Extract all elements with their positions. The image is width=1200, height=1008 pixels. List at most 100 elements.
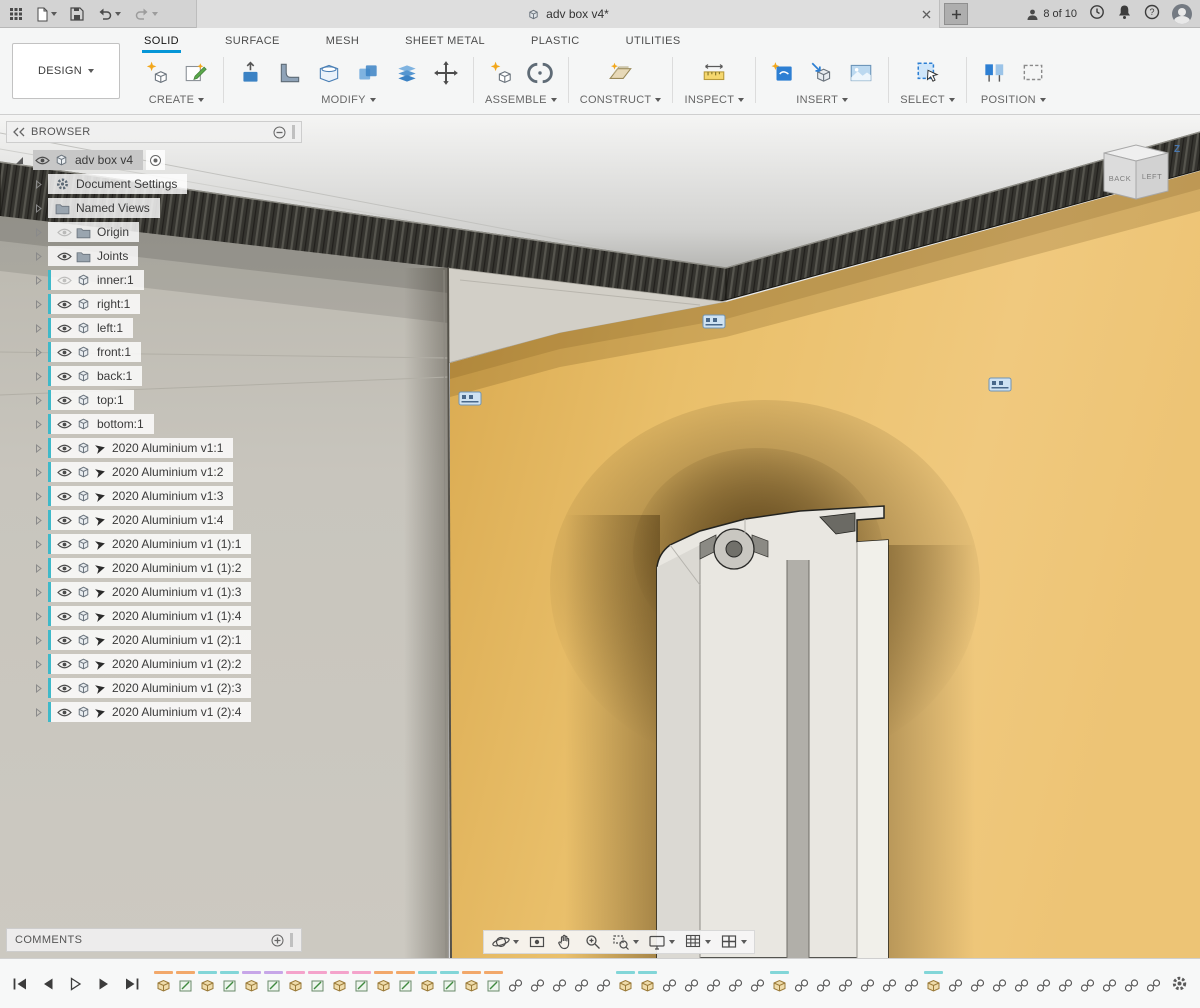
aluminium-extrusion[interactable] xyxy=(657,506,888,958)
play-button[interactable] xyxy=(64,972,87,995)
timeline-feature[interactable] xyxy=(703,970,724,998)
viewports-button[interactable] xyxy=(716,931,750,953)
visibility-eye-icon[interactable] xyxy=(57,419,72,430)
timeline-feature[interactable] xyxy=(351,970,372,998)
expand-arrow-icon[interactable] xyxy=(34,708,48,717)
split-body-button[interactable] xyxy=(391,57,423,89)
timeline-feature[interactable] xyxy=(813,970,834,998)
browser-tree-row[interactable]: 2020 Aluminium v1 (1):2 xyxy=(6,556,302,580)
expand-arrow-icon[interactable] xyxy=(34,468,48,477)
timeline-feature[interactable] xyxy=(681,970,702,998)
browser-tree-row[interactable]: bottom:1 xyxy=(6,412,302,436)
collapse-panel-icon[interactable] xyxy=(13,127,25,137)
pan-button[interactable] xyxy=(552,931,578,953)
expand-arrow-icon[interactable] xyxy=(34,540,48,549)
timeline-feature[interactable] xyxy=(153,970,174,998)
visibility-eye-icon[interactable] xyxy=(57,563,72,574)
grid-snaps-button[interactable] xyxy=(680,931,714,953)
timeline-feature[interactable] xyxy=(527,970,548,998)
visibility-eye-icon[interactable] xyxy=(57,251,72,262)
select-group-label[interactable]: SELECT xyxy=(900,94,955,106)
timeline-feature[interactable] xyxy=(923,970,944,998)
document-tab[interactable]: adv box v4* xyxy=(196,0,940,28)
expand-arrow-icon[interactable] xyxy=(34,252,48,261)
visibility-eye-icon[interactable] xyxy=(57,443,72,454)
zoom-button[interactable] xyxy=(580,931,606,953)
browser-tree-row[interactable]: 2020 Aluminium v1:2 xyxy=(6,460,302,484)
go-to-end-button[interactable] xyxy=(120,972,143,995)
timeline-feature[interactable] xyxy=(1055,970,1076,998)
visibility-eye-icon[interactable] xyxy=(57,515,72,526)
undo-button[interactable] xyxy=(94,5,124,23)
expand-arrow-icon[interactable] xyxy=(34,684,48,693)
timeline-feature[interactable] xyxy=(857,970,878,998)
save-button[interactable] xyxy=(67,5,87,23)
expand-arrow-icon[interactable] xyxy=(34,180,48,189)
inspect-group-label[interactable]: INSPECT xyxy=(684,94,744,106)
visibility-eye-icon[interactable] xyxy=(57,707,72,718)
visibility-eye-icon[interactable] xyxy=(57,659,72,670)
construct-group-label[interactable]: CONSTRUCT xyxy=(580,94,662,106)
expand-arrow-icon[interactable] xyxy=(34,324,48,333)
browser-tree-row[interactable]: 2020 Aluminium v1 (2):3 xyxy=(6,676,302,700)
timeline-feature[interactable] xyxy=(307,970,328,998)
timeline-feature[interactable] xyxy=(637,970,658,998)
timeline-feature[interactable] xyxy=(219,970,240,998)
ribbon-tab[interactable]: SOLID xyxy=(142,33,181,53)
timeline-feature[interactable] xyxy=(241,970,262,998)
timeline-feature[interactable] xyxy=(483,970,504,998)
assemble-group-label[interactable]: ASSEMBLE xyxy=(485,94,557,106)
timeline-feature[interactable] xyxy=(1099,970,1120,998)
document-save-counter[interactable]: 8 of 10 xyxy=(1026,8,1077,21)
timeline-feature[interactable] xyxy=(1143,970,1160,998)
timeline-feature[interactable] xyxy=(1121,970,1142,998)
expand-arrow-icon[interactable] xyxy=(34,636,48,645)
capture-position-button[interactable] xyxy=(978,57,1010,89)
browser-tree-row[interactable]: 2020 Aluminium v1 (1):3 xyxy=(6,580,302,604)
browser-tree-row[interactable]: Joints xyxy=(6,244,302,268)
expand-arrow-icon[interactable] xyxy=(34,444,48,453)
comments-bar[interactable]: COMMENTS xyxy=(6,928,302,952)
modify-group-label[interactable]: MODIFY xyxy=(321,94,376,106)
timeline-feature[interactable] xyxy=(835,970,856,998)
display-settings-button[interactable] xyxy=(644,931,678,953)
timeline-feature[interactable] xyxy=(263,970,284,998)
shell-button[interactable] xyxy=(313,57,345,89)
expand-arrow-icon[interactable] xyxy=(34,564,48,573)
expand-arrow-icon[interactable] xyxy=(34,204,48,213)
new-component-button[interactable] xyxy=(141,57,173,89)
browser-tree-row[interactable]: top:1 xyxy=(6,388,302,412)
timeline-feature[interactable] xyxy=(989,970,1010,998)
timeline-feature[interactable] xyxy=(659,970,680,998)
construction-plane-button[interactable] xyxy=(605,57,637,89)
timeline-feature[interactable] xyxy=(549,970,570,998)
step-back-button[interactable] xyxy=(36,972,59,995)
close-tab-icon[interactable] xyxy=(919,7,933,21)
orbit-button[interactable] xyxy=(488,931,522,953)
expand-arrow-icon[interactable] xyxy=(34,396,48,405)
visibility-eye-icon[interactable] xyxy=(57,683,72,694)
browser-tree-row[interactable]: 2020 Aluminium v1:3 xyxy=(6,484,302,508)
job-status-clock-icon[interactable] xyxy=(1089,4,1105,25)
revert-position-button[interactable] xyxy=(1017,57,1049,89)
ribbon-tab[interactable]: MESH xyxy=(324,33,361,53)
select-button[interactable] xyxy=(912,57,944,89)
workspace-switcher[interactable]: DESIGN xyxy=(12,43,120,99)
browser-tree-row[interactable]: left:1 xyxy=(6,316,302,340)
timeline-settings-button[interactable] xyxy=(1166,971,1192,997)
collapse-tree-icon[interactable] xyxy=(273,126,286,139)
timeline-feature[interactable] xyxy=(945,970,966,998)
browser-tree-row[interactable]: 2020 Aluminium v1:1 xyxy=(6,436,302,460)
fillet-button[interactable] xyxy=(274,57,306,89)
browser-tree-row[interactable]: right:1 xyxy=(6,292,302,316)
timeline-feature[interactable] xyxy=(461,970,482,998)
insert-derive-button[interactable] xyxy=(806,57,838,89)
comments-resize-grip[interactable] xyxy=(290,933,293,947)
measure-button[interactable] xyxy=(698,57,730,89)
joint-origin-badge[interactable] xyxy=(459,392,481,405)
activate-component-radio[interactable] xyxy=(146,150,165,170)
expand-arrow-icon[interactable] xyxy=(34,228,48,237)
visibility-eye-icon[interactable] xyxy=(57,467,72,478)
visibility-eye-icon[interactable] xyxy=(57,611,72,622)
timeline-feature[interactable] xyxy=(175,970,196,998)
